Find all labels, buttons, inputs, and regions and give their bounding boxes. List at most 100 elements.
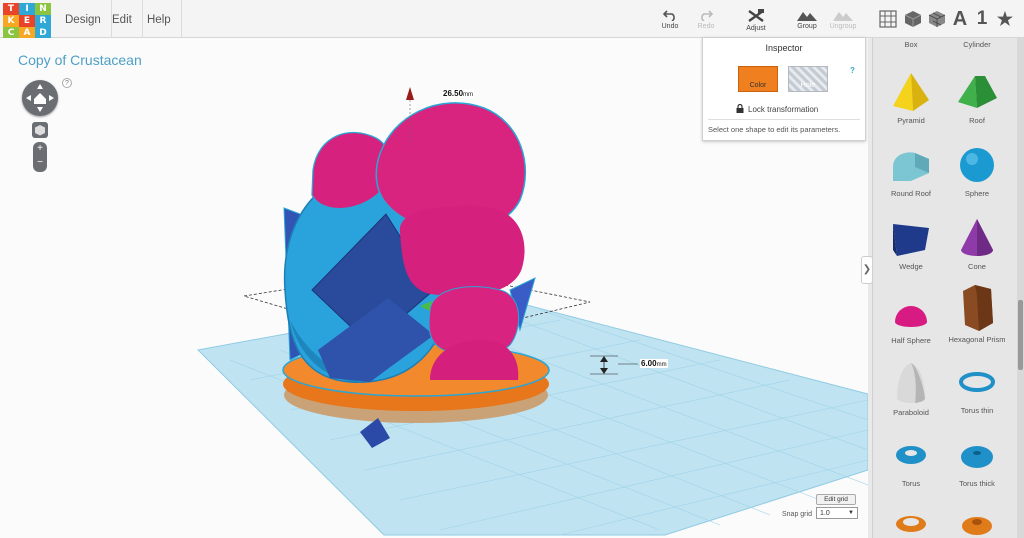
ungroup-button[interactable]: Ungroup <box>821 9 865 30</box>
shape-label: Torus thin <box>960 406 994 415</box>
shapes-panel: Box Cylinder Pyramid Roof Round Roof Sph… <box>872 38 1024 538</box>
shape-torus-thick[interactable]: Torus thick <box>942 433 1012 488</box>
edit-grid-button[interactable]: Edit grid <box>816 494 856 505</box>
inspector-help-icon[interactable]: ? <box>850 66 855 75</box>
roof-icon <box>958 76 997 108</box>
sphere-icon <box>960 148 994 182</box>
shape-sphere[interactable]: Sphere <box>942 143 1012 198</box>
logo-letter: I <box>19 3 35 15</box>
torus-thick-icon <box>961 446 993 468</box>
undo-label: Undo <box>661 23 679 30</box>
torus-icon <box>896 446 926 464</box>
paraboloid-icon <box>897 363 926 403</box>
shape-paraboloid[interactable]: Paraboloid <box>876 360 946 417</box>
shape-label: Round Roof <box>890 189 932 198</box>
shape-hexagonal-prism[interactable]: Hexagonal Prism <box>942 283 1012 344</box>
shape-label: Pyramid <box>897 116 925 125</box>
shape-label: Paraboloid <box>893 408 929 417</box>
shape-tube[interactable] <box>876 506 946 538</box>
tinkercad-editor: T I N K E R C A D Design Edit Help Undo … <box>0 0 1024 538</box>
redo-button[interactable]: Redo <box>684 9 728 30</box>
scrollbar-thumb[interactable] <box>1018 300 1023 370</box>
cone-icon <box>961 219 993 256</box>
undo-icon <box>663 10 675 21</box>
zoom-out-button[interactable]: − <box>33 156 47 170</box>
snap-grid-select[interactable]: 1.0 ▼ <box>816 507 858 519</box>
inspector-hint: Select one shape to edit its parameters. <box>708 125 841 134</box>
snap-grid-label: Snap grid <box>782 511 812 518</box>
logo-letter: R <box>35 15 51 27</box>
text-shapes-icon[interactable]: A <box>949 8 971 30</box>
redo-label: Redo <box>697 23 715 30</box>
lock-icon <box>736 103 744 113</box>
orbit-control[interactable] <box>22 80 58 116</box>
help-icon[interactable]: ? <box>62 78 72 88</box>
elevation-unit: mm <box>656 362 667 368</box>
menu-help[interactable]: Help <box>137 0 182 38</box>
wire-cube-icon[interactable] <box>926 8 948 30</box>
color-button[interactable]: Color <box>738 66 778 92</box>
shape-cone[interactable]: Cone <box>942 216 1012 271</box>
design-title[interactable]: Copy of Crustacean <box>18 52 142 68</box>
home-icon[interactable] <box>22 80 58 116</box>
shape-half-sphere[interactable]: Half Sphere <box>876 290 946 345</box>
shape-label: Cone <box>968 262 986 271</box>
adjust-button[interactable]: Adjust <box>734 9 778 32</box>
round-roof-icon <box>893 152 929 181</box>
shape-label: Box <box>904 40 918 49</box>
half-sphere-icon <box>895 306 927 327</box>
shape-box[interactable]: Box <box>876 38 946 49</box>
snap-grid-value: 1.0 <box>820 510 830 517</box>
chevron-down-icon: ▼ <box>848 510 854 516</box>
shape-pyramid[interactable]: Pyramid <box>876 70 946 125</box>
logo-letter: T <box>3 3 19 15</box>
height-unit: mm <box>463 92 474 98</box>
adjust-icon <box>748 9 764 22</box>
elevation-dimension-label[interactable]: 6.00mm <box>640 359 668 368</box>
height-dimension-label[interactable]: 26.50mm <box>442 89 475 98</box>
group-label: Group <box>797 23 817 30</box>
elevation-value: 6.00 <box>641 359 657 368</box>
tube-icon <box>896 516 926 532</box>
pyramid-icon <box>893 73 929 111</box>
shapes-scrollbar[interactable] <box>1017 38 1024 538</box>
inspector-panel: Inspector Color Hole ? Lock transformati… <box>702 37 866 141</box>
top-toolbar: T I N K E R C A D Design Edit Help Undo … <box>0 0 1024 39</box>
lock-label: Lock transformation <box>748 105 819 114</box>
shape-label: Sphere <box>964 189 990 198</box>
shape-round-roof[interactable]: Round Roof <box>876 143 946 198</box>
torus-thin-icon <box>959 372 995 392</box>
shape-label: Wedge <box>899 262 923 271</box>
hole-button[interactable]: Hole <box>788 66 828 92</box>
hexagonal-prism-icon <box>963 285 993 331</box>
shape-label: Roof <box>969 116 985 125</box>
inspector-title: Inspector <box>765 43 803 53</box>
shape-wedge[interactable]: Wedge <box>876 216 946 271</box>
shape-torus[interactable]: Torus <box>876 433 946 488</box>
shape-cylinder[interactable]: Cylinder <box>942 38 1012 49</box>
height-arrow <box>406 87 414 100</box>
ungroup-icon <box>833 12 853 21</box>
shape-torus-thin[interactable]: Torus thin <box>942 360 1012 415</box>
shape-label: Half Sphere <box>891 336 931 345</box>
ring-icon <box>962 517 992 535</box>
cube-view-icon[interactable] <box>902 8 924 30</box>
adjust-label: Adjust <box>746 25 766 32</box>
height-value: 26.50 <box>443 89 464 98</box>
star-icon[interactable]: ★ <box>994 8 1016 30</box>
tinkercad-logo[interactable]: T I N K E R C A D <box>3 3 51 39</box>
lock-transformation[interactable]: Lock transformation <box>736 103 819 114</box>
zoom-control: + − <box>33 142 47 172</box>
shape-label: Hexagonal Prism <box>948 335 1006 344</box>
shape-ring[interactable] <box>942 506 1012 538</box>
shape-roof[interactable]: Roof <box>942 70 1012 125</box>
logo-letter: E <box>19 15 35 27</box>
view-cube-icon[interactable] <box>32 122 48 138</box>
number-shapes-icon[interactable]: 1 <box>971 8 993 30</box>
shape-label: Torus <box>901 479 921 488</box>
redo-icon <box>701 10 713 21</box>
group-icon <box>797 12 817 21</box>
ungroup-label: Ungroup <box>829 23 857 30</box>
grid-view-icon[interactable] <box>877 8 899 30</box>
zoom-in-button[interactable]: + <box>33 142 47 156</box>
